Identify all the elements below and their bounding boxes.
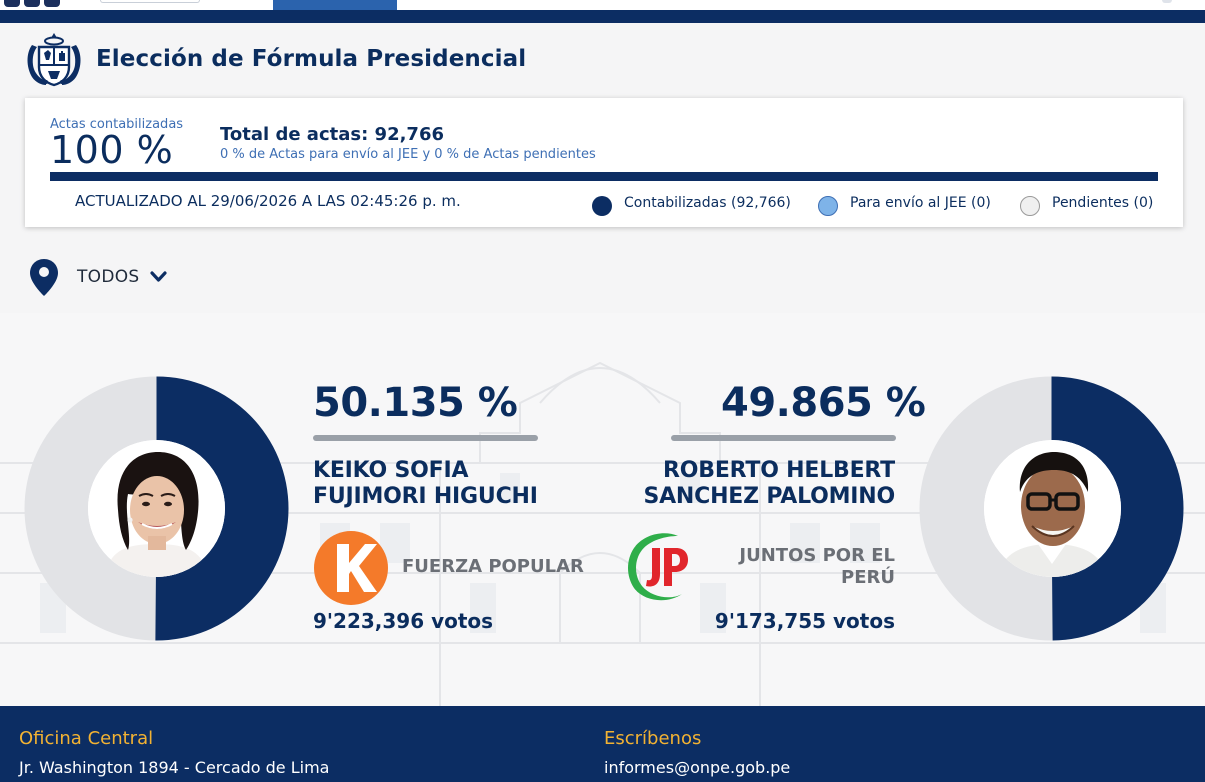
actas-subtitle: 0 % de Actas para envío al JEE y 0 % de … [220,147,596,162]
legend-jee: Para envío al JEE (0) [818,190,991,216]
candidate-name-line: SANCHEZ PALOMINO [643,484,895,509]
nav-tab-active[interactable] [273,0,397,10]
candidate-name-keiko: KEIKO SOFIA FUJIMORI HIGUCHI [313,458,538,510]
votes-roberto: 9'173,755 votos [714,609,895,633]
candidate-name-roberto: ROBERTO HELBERT SANCHEZ PALOMINO [643,458,895,510]
percent-divider [671,435,896,441]
legend-dot-pendientes [1020,196,1040,216]
vote-percent-roberto: 49.865 % [721,380,926,426]
header-search-input[interactable] [100,0,200,3]
legend-dot-contabilizadas [592,196,612,216]
footer-contact-heading: Escríbenos [604,728,702,749]
legend-pendientes: Pendientes (0) [1020,190,1153,216]
header-menu-icon[interactable] [1162,0,1172,3]
candidate-photo-roberto [984,440,1121,577]
legend-label: Pendientes (0) [1052,195,1154,211]
actas-summary-card: Actas contabilizadas 100 % Total de acta… [25,98,1183,227]
updated-timestamp: ACTUALIZADO AL 29/06/2026 A LAS 02:45:26… [75,192,461,210]
juntos-por-el-peru-logo-icon [628,533,688,601]
legend-dot-jee [818,196,838,216]
fuerza-popular-logo-icon [314,531,388,605]
legend-label: Contabilizadas (92,766) [624,195,791,211]
percent-divider [313,435,538,441]
footer-contact-email[interactable]: informes@onpe.gob.pe [604,758,790,777]
party-name-juntos-por-el-peru: JUNTOS POR EL PERÚ [739,545,895,589]
nav-bar [0,10,1205,23]
candidate-name-line: KEIKO SOFIA [313,458,469,483]
page-title: Elección de Fórmula Presidencial [96,46,527,72]
footer: Oficina Central Jr. Washington 1894 - Ce… [0,706,1205,782]
top-header [0,0,1205,10]
candidate-name-line: ROBERTO HELBERT [663,458,895,483]
votes-keiko: 9'223,396 votos [313,609,494,633]
actas-percent: 100 % [50,128,174,172]
legend-label: Para envío al JEE (0) [850,195,991,211]
candidate-photo-keiko [88,440,225,577]
onpe-logo[interactable] [4,0,92,7]
peru-coat-of-arms-icon [27,33,81,87]
total-actas: Total de actas: 92,766 [220,124,445,145]
footer-office-address: Jr. Washington 1894 - Cercado de Lima [19,758,330,777]
party-name-line: JUNTOS POR EL [739,545,895,566]
footer-office-heading: Oficina Central [19,728,154,749]
chevron-down-icon[interactable] [150,270,167,284]
candidate-name-line: FUJIMORI HIGUCHI [313,484,538,509]
legend-contabilizadas: Contabilizadas (92,766) [592,190,791,216]
location-pin-icon[interactable] [30,259,58,296]
actas-progress-bar [50,172,1158,181]
party-name-fuerza-popular: FUERZA POPULAR [402,556,584,577]
vote-percent-keiko: 50.135 % [313,380,518,426]
party-name-line: PERÚ [841,567,895,588]
location-filter-select[interactable]: TODOS [77,267,140,287]
